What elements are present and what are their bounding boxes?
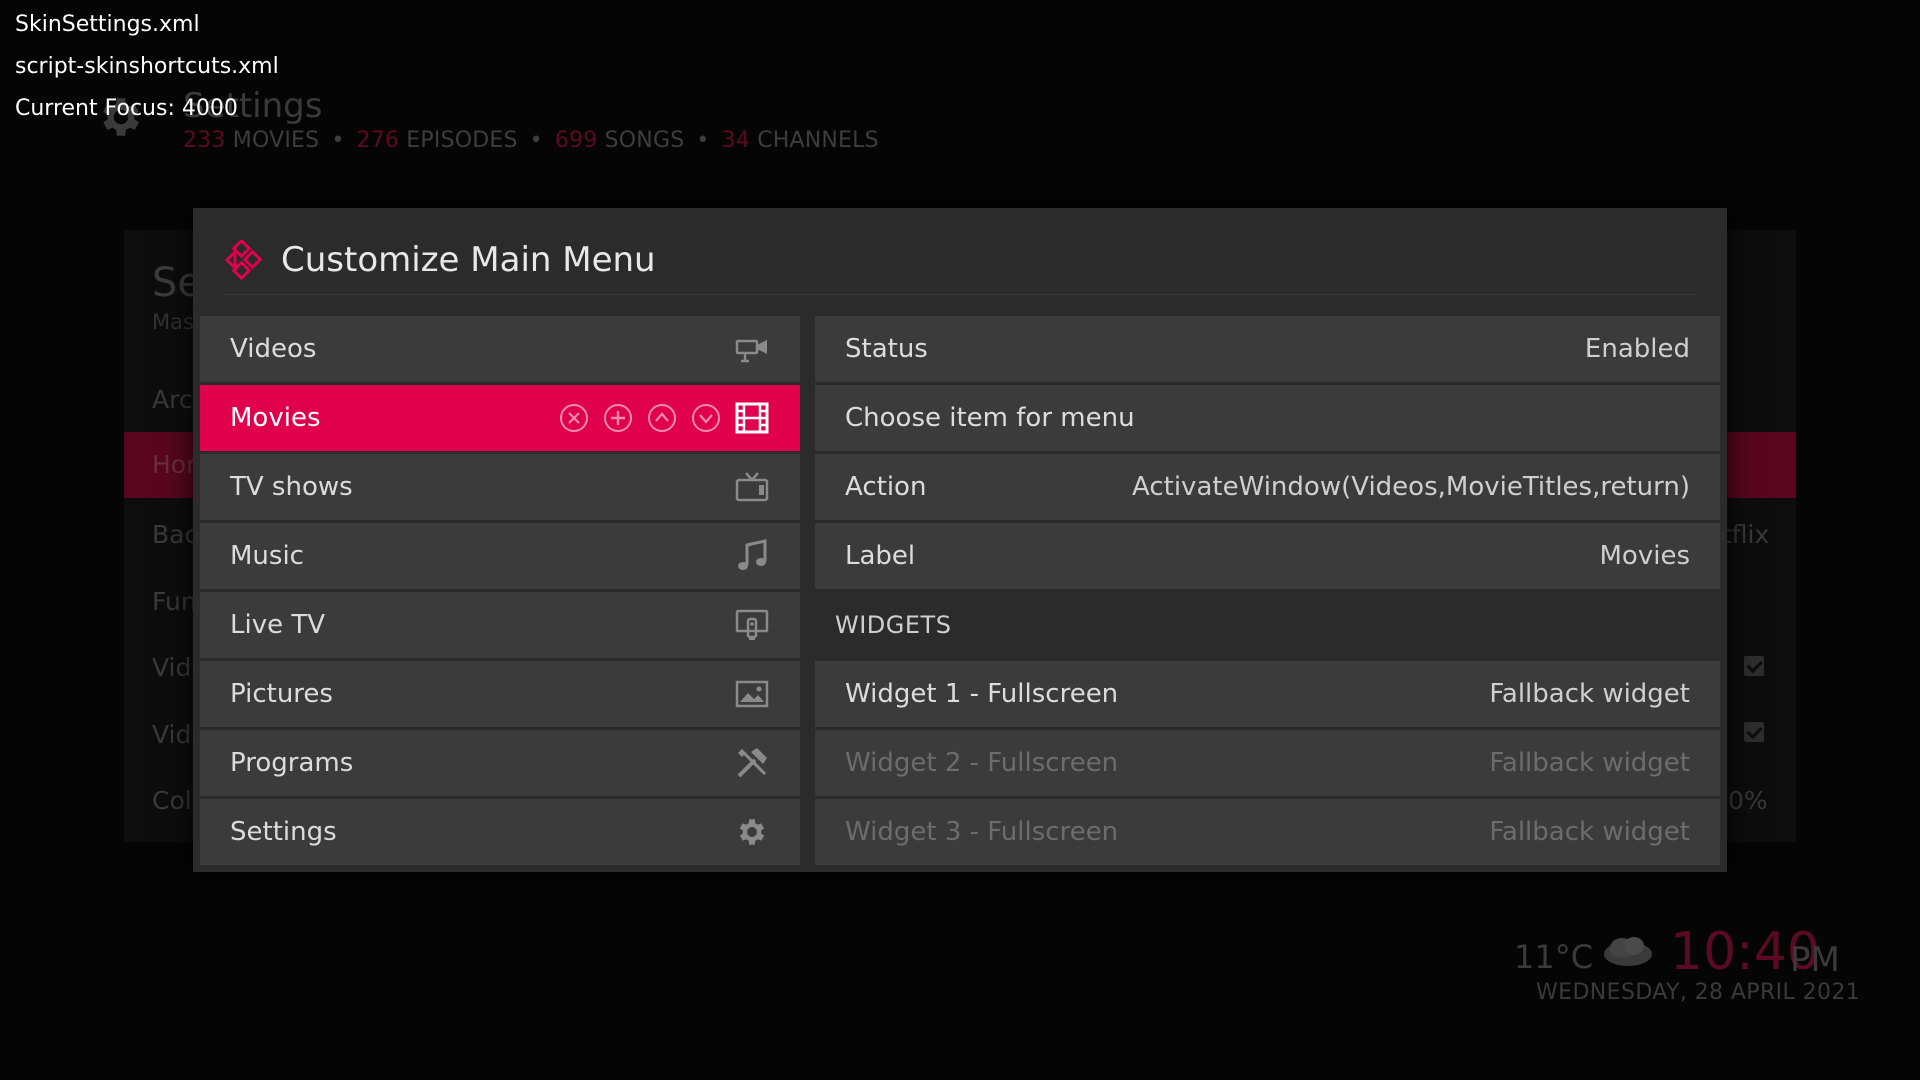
background-list-item: Col — [152, 786, 192, 815]
menu-item-live-tv[interactable]: Live TV — [200, 592, 800, 658]
weather-temperature: 11°C — [1514, 938, 1594, 976]
background-list-item: Hor — [152, 450, 197, 479]
menu-item-list: Videos Movies TV shows Music Live TV Pic… — [200, 316, 800, 868]
widget-3-setting[interactable]: Widget 3 - Fullscreen Fallback widget — [815, 799, 1720, 865]
menu-item-label: Programs — [230, 748, 354, 778]
background-checkbox — [1744, 722, 1764, 742]
menu-item-label: Music — [230, 541, 304, 571]
chevron-down-circle-icon — [692, 404, 720, 432]
widget-1-setting[interactable]: Widget 1 - Fullscreen Fallback widget — [815, 661, 1720, 727]
setting-value: Fallback widget — [1489, 748, 1690, 778]
background-checkbox — [1744, 656, 1764, 676]
cloudy-icon — [1604, 937, 1652, 966]
menu-item-label: Live TV — [230, 610, 326, 640]
setting-label: Widget 1 - Fullscreen — [845, 679, 1119, 709]
video-camera-icon — [734, 331, 770, 367]
tv-icon — [734, 469, 770, 505]
move-up-button[interactable] — [646, 402, 678, 434]
stats-separator: • — [696, 128, 710, 153]
clock-ampm: PM — [1790, 940, 1840, 980]
stats-separator: • — [331, 128, 345, 153]
widget-2-setting[interactable]: Widget 2 - Fullscreen Fallback widget — [815, 730, 1720, 796]
background-list-item: Bac — [152, 520, 199, 549]
kodi-logo-icon — [224, 240, 263, 280]
songs-count: 699 — [554, 128, 598, 153]
menu-item-programs[interactable]: Programs — [200, 730, 800, 796]
status-setting[interactable]: Status Enabled — [815, 316, 1720, 382]
delete-item-button[interactable] — [558, 402, 590, 434]
music-note-icon — [734, 538, 770, 574]
customize-main-menu-dialog: Customize Main Menu Videos Movies TV sho… — [193, 208, 1727, 872]
live-tv-icon — [734, 607, 770, 643]
film-icon — [734, 400, 770, 436]
menu-item-label: TV shows — [230, 472, 353, 502]
menu-item-music[interactable]: Music — [200, 523, 800, 589]
dialog-title: Customize Main Menu — [281, 240, 656, 280]
channels-count: 34 — [721, 128, 750, 153]
menu-item-videos[interactable]: Videos — [200, 316, 800, 382]
menu-item-movies[interactable]: Movies — [200, 385, 800, 451]
songs-stat-label: SONGS — [604, 128, 685, 153]
debug-window-file: script-skinshortcuts.xml — [15, 54, 279, 79]
menu-item-pictures[interactable]: Pictures — [200, 661, 800, 727]
dialog-divider — [223, 294, 1697, 295]
plus-circle-icon — [604, 404, 632, 432]
menu-item-label: Videos — [230, 334, 317, 364]
background-percent-text: 0% — [1728, 786, 1768, 815]
setting-label: Widget 2 - Fullscreen — [845, 748, 1119, 778]
clock-date: WEDNESDAY, 28 APRIL 2021 — [1536, 980, 1861, 1005]
library-stats: 233 MOVIES • 276 EPISODES • 699 SONGS • 34 CHA… — [183, 128, 879, 153]
menu-item-label: Pictures — [230, 679, 333, 709]
action-setting[interactable]: Action ActivateWindow(Videos,MovieTitles… — [815, 454, 1720, 520]
setting-value: Fallback widget — [1489, 679, 1690, 709]
background-list-item: Arc — [152, 385, 193, 414]
debug-skin-file: SkinSettings.xml — [15, 12, 200, 37]
setting-value: Fallback widget — [1489, 817, 1690, 847]
setting-label: Widget 3 - Fullscreen — [845, 817, 1119, 847]
background-netflix-text: tflix — [1722, 520, 1770, 549]
menu-item-tv-shows[interactable]: TV shows — [200, 454, 800, 520]
stats-separator: • — [529, 128, 543, 153]
picture-icon — [734, 676, 770, 712]
setting-label: Action — [845, 472, 927, 502]
close-circle-icon — [560, 404, 588, 432]
add-item-button[interactable] — [602, 402, 634, 434]
setting-label: Choose item for menu — [845, 403, 1135, 433]
episodes-count: 276 — [356, 128, 400, 153]
channels-stat-label: CHANNELS — [757, 128, 879, 153]
setting-value: ActivateWindow(Videos,MovieTitles,return… — [1132, 472, 1690, 502]
move-down-button[interactable] — [690, 402, 722, 434]
label-setting[interactable]: Label Movies — [815, 523, 1720, 589]
episodes-stat-label: EPISODES — [406, 128, 518, 153]
movies-count: 233 — [183, 128, 226, 153]
background-panel-subtitle: Mas — [152, 310, 194, 334]
movies-stat-label: MOVIES — [232, 128, 320, 153]
chevron-up-circle-icon — [648, 404, 676, 432]
menu-item-label: Settings — [230, 817, 337, 847]
setting-label: Label — [845, 541, 916, 571]
menu-item-properties: Status Enabled Choose item for menu Acti… — [815, 316, 1720, 868]
debug-current-focus: Current Focus: 4000 — [15, 96, 238, 121]
menu-item-settings[interactable]: Settings — [200, 799, 800, 865]
menu-item-label: Movies — [230, 403, 321, 433]
widgets-section-header: WIDGETS — [835, 611, 952, 639]
setting-value: Enabled — [1584, 334, 1690, 364]
background-list-item: Fun — [152, 587, 197, 616]
setting-value: Movies — [1599, 541, 1691, 571]
gear-icon — [734, 814, 770, 850]
tools-icon — [734, 745, 770, 781]
setting-label: Status — [845, 334, 928, 364]
choose-item-setting[interactable]: Choose item for menu — [815, 385, 1720, 451]
